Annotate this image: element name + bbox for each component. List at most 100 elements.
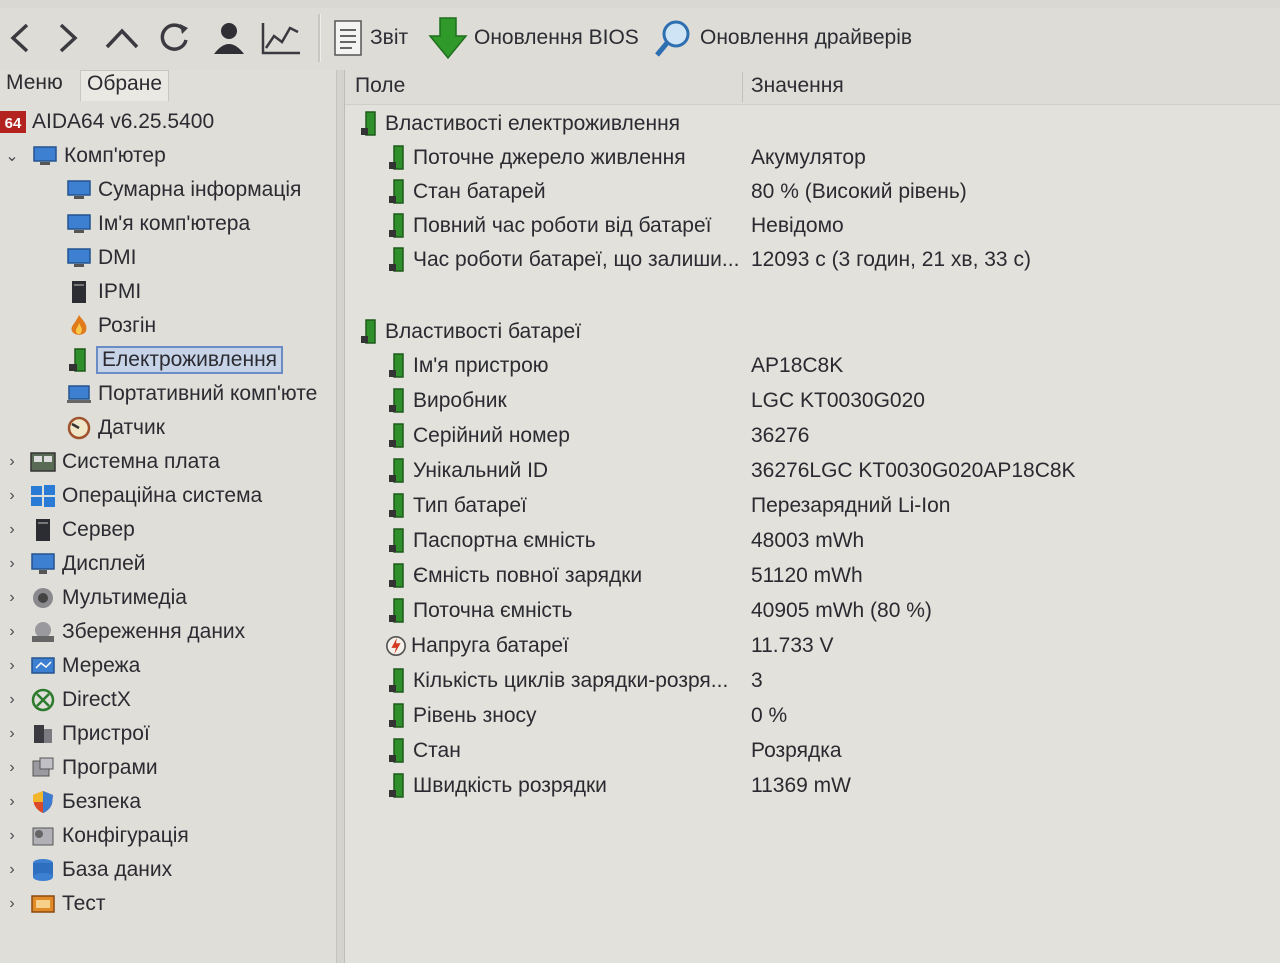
table-row[interactable]: Ім'я пристрою [387,350,549,382]
group-title: Властивості електроживлення [385,112,681,135]
tree-item-directx[interactable]: DirectX [30,684,131,716]
tree-item-computer[interactable]: Комп'ютер [32,140,166,172]
computer-icon [66,246,92,270]
speaker-icon [30,586,56,610]
tree-item-storage[interactable]: Збереження даних [30,616,245,648]
benchmark-button[interactable] [258,16,304,60]
column-divider[interactable] [742,72,743,102]
chevron-right-icon[interactable]: › [4,854,20,886]
field-value: 51120 mWh [751,564,863,587]
tree-item-label: Тест [62,892,106,915]
forward-button[interactable] [52,16,84,60]
chevron-right-icon[interactable]: › [4,480,20,512]
tree-item-test[interactable]: Тест [30,888,105,920]
tree-item-ipmi[interactable]: IPMI [66,276,141,308]
table-row[interactable]: Ємність повної зарядки [387,560,642,592]
chevron-right-icon[interactable]: › [4,616,20,648]
report-button[interactable]: Звіт [332,16,422,60]
table-row[interactable]: Тип батареї [387,490,527,522]
tree-item-overclock[interactable]: Розгін [66,310,156,342]
computer-icon [66,212,92,236]
group-header-battery[interactable]: Властивості батареї [359,316,581,348]
tree-item-programs[interactable]: Програми [30,752,158,784]
table-row[interactable]: Рівень зносу [387,700,537,732]
tab-favorites[interactable]: Обране [80,70,169,101]
tab-menu[interactable]: Меню [0,70,69,100]
disk-icon [30,620,56,644]
table-row[interactable]: Виробник [387,385,507,417]
chevron-right-icon[interactable]: › [4,786,20,818]
tree-item-portable[interactable]: Портативний комп'юте [66,378,317,410]
tree-item-devices[interactable]: Пристрої [30,718,150,750]
chevron-right-icon[interactable]: › [4,582,20,614]
driver-update-button[interactable]: Оновлення драйверів [654,16,924,60]
server-icon [66,280,92,304]
battery-icon [387,179,409,205]
toolbar: Звіт Оновлення BIOS Оновлення драйверів [0,8,1280,71]
bios-update-button[interactable]: Оновлення BIOS [428,16,644,60]
table-row[interactable]: Унікальний ID [387,455,548,487]
battery-icon [387,528,409,554]
tree-item-database[interactable]: База даних [30,854,172,886]
battery-icon [387,738,409,764]
chevron-right-icon[interactable]: › [4,514,20,546]
battery-icon [387,423,409,449]
table-row[interactable]: Поточне джерело живлення [387,142,686,174]
tree-item-computer-name[interactable]: Ім'я комп'ютера [66,208,250,240]
chevron-up-icon [105,28,139,49]
windows-icon [30,484,56,508]
back-button[interactable] [4,16,36,60]
tree-item-config[interactable]: Конфігурація [30,820,189,852]
battery-icon [387,388,409,414]
svg-text:64: 64 [5,115,22,132]
user-button[interactable] [208,16,250,60]
tree-item-multimedia[interactable]: Мультимедіа [30,582,187,614]
field-value: Перезарядний Li-Ion [751,494,951,517]
tree-item-motherboard[interactable]: Системна плата [30,446,220,478]
table-row[interactable]: Стан батарей [387,176,546,208]
field-label: Швидкість розрядки [413,774,607,797]
tree-item-power[interactable]: Електроживлення [66,344,284,376]
table-row[interactable]: Час роботи батареї, що залиши... [387,244,739,276]
chevron-right-icon[interactable]: › [4,446,20,478]
tree-item-label: DMI [98,246,137,269]
tree-item-server[interactable]: Сервер [30,514,135,546]
tree-item-os[interactable]: Операційна система [30,480,262,512]
tree-item-dmi[interactable]: DMI [66,242,137,274]
tree-item-security[interactable]: Безпека [30,786,141,818]
tree-root-aida64[interactable]: 64 AIDA64 v6.25.5400 [0,106,214,138]
column-header-value[interactable]: Значення [751,74,844,98]
chevron-right-icon[interactable]: › [4,752,20,784]
table-row[interactable]: Кількість циклів зарядки-розря... [387,665,728,697]
panel-splitter[interactable] [337,70,345,963]
field-label: Унікальний ID [413,459,549,482]
table-row[interactable]: Серійний номер [387,420,570,452]
tree-item-sensor[interactable]: Датчик [66,412,165,444]
chevron-right-icon[interactable]: › [4,548,20,580]
battery-icon [359,111,381,137]
table-row[interactable]: Паспортна ємність [387,525,596,557]
refresh-button[interactable] [154,16,194,60]
column-header-field[interactable]: Поле [355,74,405,98]
table-row[interactable]: Швидкість розрядки [387,770,607,802]
tree-item-display[interactable]: Дисплей [30,548,146,580]
table-row[interactable]: Повний час роботи від батареї [387,210,712,242]
tree-item-label: Комп'ютер [64,144,166,167]
chevron-right-icon[interactable]: › [4,650,20,682]
group-header-power[interactable]: Властивості електроживлення [359,108,680,140]
tree-item-network[interactable]: Мережа [30,650,140,682]
up-button[interactable] [102,16,142,60]
table-row[interactable]: Поточна ємність [387,595,572,627]
field-value: 12093 с (3 годин, 21 хв, 33 с) [751,248,1031,271]
chevron-right-icon[interactable]: › [4,888,20,920]
chevron-right-icon[interactable]: › [4,684,20,716]
chevron-right-icon[interactable]: › [4,718,20,750]
tree-item-summary[interactable]: Сумарна інформація [66,174,301,206]
chevron-right-icon[interactable]: › [4,820,20,852]
server-icon [30,518,56,542]
laptop-icon [66,382,92,406]
field-value: Акумулятор [751,146,866,169]
table-row[interactable]: Напруга батареї [385,630,569,662]
table-row[interactable]: Стан [387,735,461,767]
chevron-down-icon[interactable]: ⌄ [4,140,20,172]
